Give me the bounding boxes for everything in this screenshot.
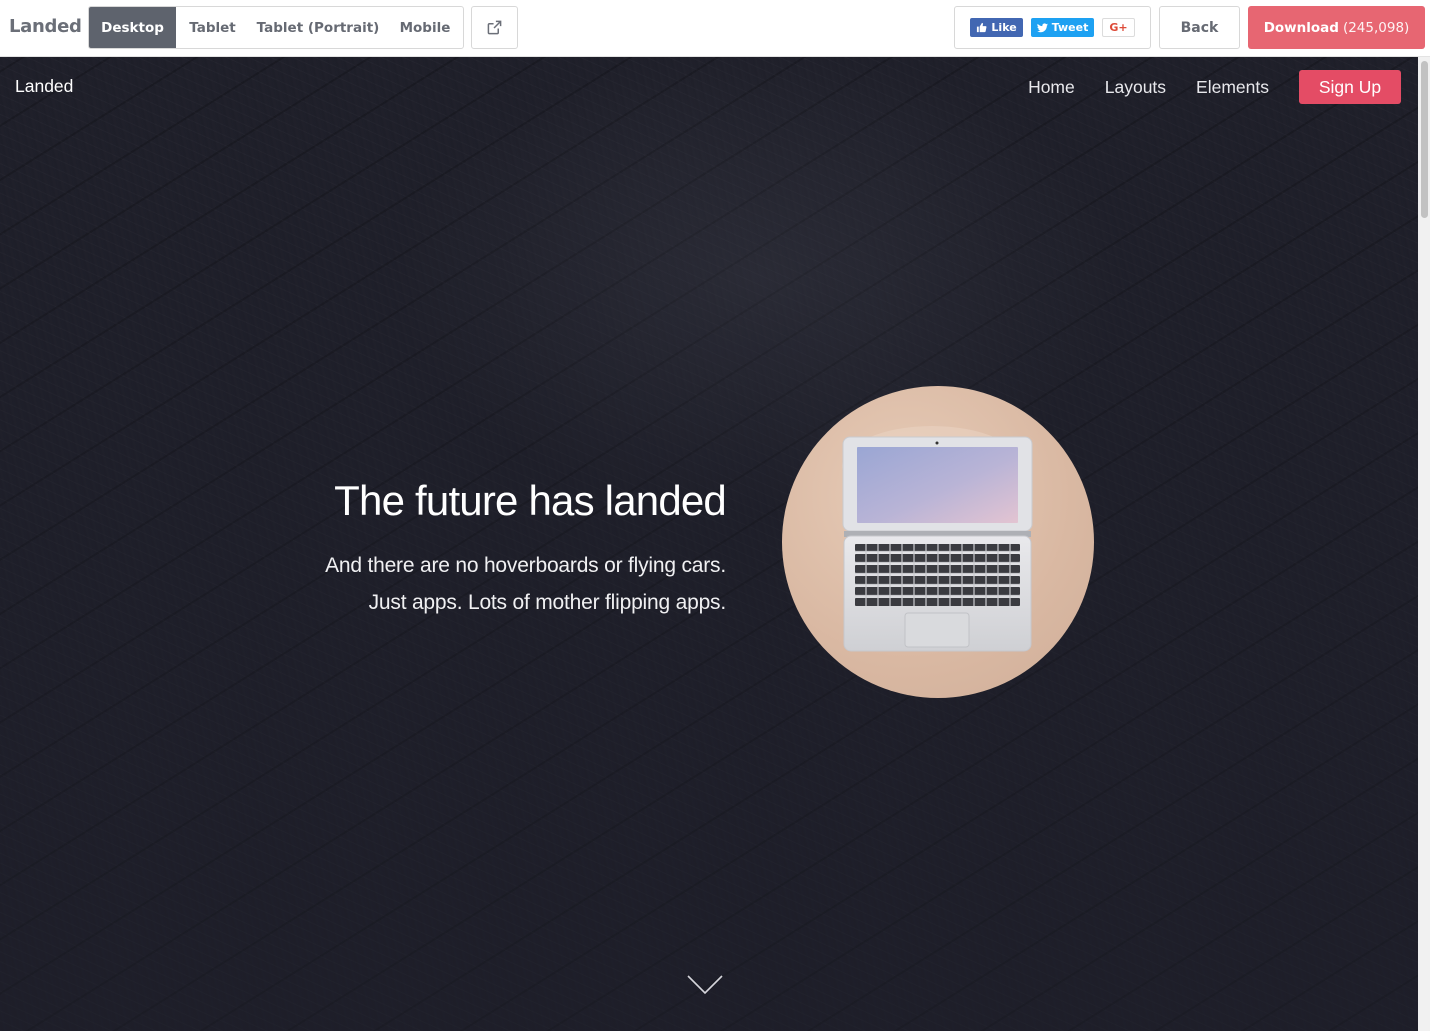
device-mobile-button[interactable]: Mobile [387, 7, 463, 48]
device-tablet-button[interactable]: Tablet [176, 7, 249, 48]
site-logo[interactable]: Landed [15, 76, 73, 97]
external-link-icon [487, 20, 502, 35]
popout-button[interactable] [471, 6, 518, 49]
tweet-label: Tweet [1051, 21, 1089, 34]
scroll-down-button[interactable] [687, 975, 723, 1000]
nav-layouts[interactable]: Layouts [1105, 77, 1166, 98]
chevron-down-icon [687, 975, 723, 995]
nav-elements[interactable]: Elements [1196, 77, 1269, 98]
preview-frame: Landed Home Layouts Elements Sign Up The… [0, 57, 1418, 1031]
preview-scrollbar[interactable] [1418, 57, 1430, 1031]
device-tablet-portrait-button[interactable]: Tablet (Portrait) [249, 7, 387, 48]
toolbar-brand[interactable]: Landed [9, 16, 82, 37]
thumbs-up-icon [977, 22, 987, 33]
scrollbar-thumb[interactable] [1421, 61, 1428, 218]
back-button[interactable]: Back [1159, 6, 1240, 49]
hero-laptop-image [782, 386, 1094, 698]
device-desktop-button[interactable]: Desktop [89, 7, 176, 48]
download-count: (245,098) [1342, 19, 1410, 36]
download-label: Download [1263, 19, 1339, 36]
device-switcher: Desktop Tablet Tablet (Portrait) Mobile [88, 6, 464, 49]
download-button[interactable]: Download (245,098) [1248, 6, 1425, 49]
hero-title: The future has landed [334, 477, 727, 524]
twitter-bird-icon [1036, 22, 1048, 32]
hero-subtitle-line1: And there are no hoverboards or flying c… [325, 554, 726, 577]
social-buttons: Like Tweet G+ [954, 6, 1151, 49]
like-label: Like [991, 21, 1017, 34]
google-plus-button[interactable]: G+ [1102, 18, 1135, 37]
signup-button[interactable]: Sign Up [1299, 70, 1401, 104]
preview-toolbar: Landed Desktop Tablet Tablet (Portrait) … [0, 0, 1430, 57]
facebook-like-button[interactable]: Like [970, 18, 1023, 37]
hero-subtitle: And there are no hoverboards or flying c… [325, 547, 726, 621]
hero-subtitle-line2: Just apps. Lots of mother flipping apps. [368, 591, 727, 614]
laptop-photo [842, 426, 1033, 652]
site-nav: Home Layouts Elements Sign Up [1028, 70, 1401, 104]
tweet-button[interactable]: Tweet [1030, 18, 1095, 37]
nav-home[interactable]: Home [1028, 77, 1075, 98]
hero-text: The future has landed And there are no h… [325, 475, 727, 621]
